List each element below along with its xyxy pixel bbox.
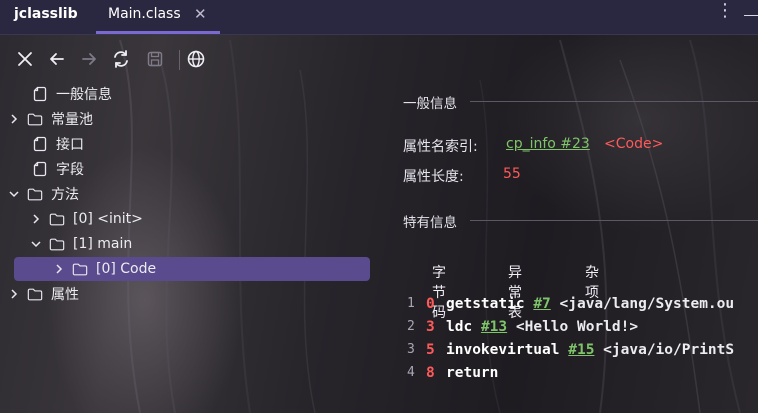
- tree-node-label: 字段: [56, 162, 84, 178]
- opcode: ldc: [446, 319, 473, 335]
- title-bar: jclasslib Main.class ✕ ⋮: [0, 0, 758, 35]
- app-title: jclasslib: [14, 6, 78, 22]
- constant-ref-link[interactable]: #15: [568, 342, 594, 358]
- tree-node-method-init[interactable]: [0] <init>: [29, 207, 143, 231]
- tree-node-label: [0] Code: [96, 261, 157, 277]
- operand-comment: <java/lang/System.ou: [559, 296, 735, 312]
- bytecode-instruction: ldc #13 <Hello World!>: [446, 319, 638, 335]
- back-arrow-icon[interactable]: [43, 44, 71, 74]
- chevron-right-icon[interactable]: [7, 287, 21, 301]
- file-icon: [32, 161, 48, 177]
- tree-node-label: 属性: [51, 287, 79, 303]
- section-divider: [470, 220, 758, 221]
- chevron-right-icon[interactable]: [29, 212, 43, 226]
- file-icon: [32, 86, 48, 102]
- file-icon: [32, 136, 48, 152]
- bytecode-offset: 5: [426, 342, 435, 358]
- tree-node-attributes[interactable]: 属性: [7, 282, 79, 306]
- more-menu-icon[interactable]: ⋮: [716, 2, 734, 20]
- tree-node-fields[interactable]: 字段: [12, 157, 84, 181]
- save-icon[interactable]: [141, 44, 169, 74]
- line-number: 2: [407, 319, 415, 334]
- toolbar-separator: [179, 50, 180, 70]
- line-number: 1: [407, 296, 415, 311]
- folder-icon: [49, 211, 65, 227]
- tab-close-icon[interactable]: ✕: [194, 5, 207, 23]
- operand-comment: <Hello World!>: [515, 319, 639, 335]
- tree-node-method-main[interactable]: [1] main: [29, 232, 132, 256]
- tree-node-label: 一般信息: [56, 87, 112, 103]
- opcode: return: [446, 365, 499, 381]
- chevron-right-icon[interactable]: [52, 262, 66, 276]
- line-number: 4: [407, 365, 415, 380]
- tab-label: Main.class: [108, 6, 181, 22]
- section-divider: [470, 101, 758, 102]
- line-number: 3: [407, 342, 415, 357]
- chevron-down-icon[interactable]: [7, 187, 21, 201]
- toolbar: [0, 44, 380, 74]
- tree-node-interfaces[interactable]: 接口: [12, 132, 84, 156]
- general-info-title: 一般信息: [403, 96, 457, 112]
- tree-node-label: 常量池: [51, 112, 93, 128]
- forward-arrow-icon[interactable]: [75, 44, 103, 74]
- tab-main-class[interactable]: Main.class ✕: [96, 0, 220, 34]
- attr-length-label: 属性长度:: [403, 169, 464, 185]
- bytecode-instruction: invokevirtual #15 <java/io/PrintS: [446, 342, 734, 358]
- tree-node-general-info[interactable]: 一般信息: [12, 82, 112, 106]
- tree-node-label: [1] main: [73, 236, 133, 252]
- globe-icon[interactable]: [182, 44, 210, 74]
- tree-node-label: 接口: [56, 137, 84, 153]
- opcode: getstatic: [446, 296, 525, 312]
- constant-ref-link[interactable]: #7: [533, 296, 550, 312]
- bytecode-offset: 8: [426, 365, 435, 381]
- tab-exception-table[interactable]: 异常表: [508, 262, 522, 322]
- chevron-right-icon[interactable]: [7, 112, 21, 126]
- tree-node-code[interactable]: [0] Code: [14, 257, 370, 281]
- cp-info-link[interactable]: cp_info #23: [506, 136, 590, 152]
- folder-icon: [27, 186, 43, 202]
- folder-icon: [72, 261, 88, 277]
- bytecode-instruction: return: [446, 365, 498, 381]
- tree-node-constant-pool[interactable]: 常量池: [7, 107, 93, 131]
- folder-icon: [27, 286, 43, 302]
- folder-icon: [49, 236, 65, 252]
- folder-icon: [27, 111, 43, 127]
- chevron-down-icon[interactable]: [29, 237, 43, 251]
- tree-node-label: [0] <init>: [73, 211, 143, 227]
- bytecode-instruction: getstatic #7 <java/lang/System.ou: [446, 296, 734, 312]
- opcode: invokevirtual: [446, 342, 560, 358]
- attr-length-value: 55: [503, 166, 521, 182]
- tree-node-methods[interactable]: 方法: [7, 182, 79, 206]
- refresh-icon[interactable]: [107, 44, 135, 74]
- minimize-icon[interactable]: [744, 15, 758, 16]
- close-icon[interactable]: [11, 44, 39, 74]
- specific-info-title: 特有信息: [403, 215, 457, 231]
- tab-bytecode[interactable]: 字节码: [432, 262, 446, 322]
- attr-name-index-label: 属性名索引:: [403, 139, 478, 155]
- bytecode-offset: 3: [426, 319, 435, 335]
- tree-node-label: 方法: [51, 187, 79, 203]
- bytecode-offset: 0: [426, 296, 435, 312]
- constant-ref-link[interactable]: #13: [481, 319, 507, 335]
- attr-name-value: <Code>: [604, 136, 664, 152]
- operand-comment: <java/io/PrintS: [603, 342, 735, 358]
